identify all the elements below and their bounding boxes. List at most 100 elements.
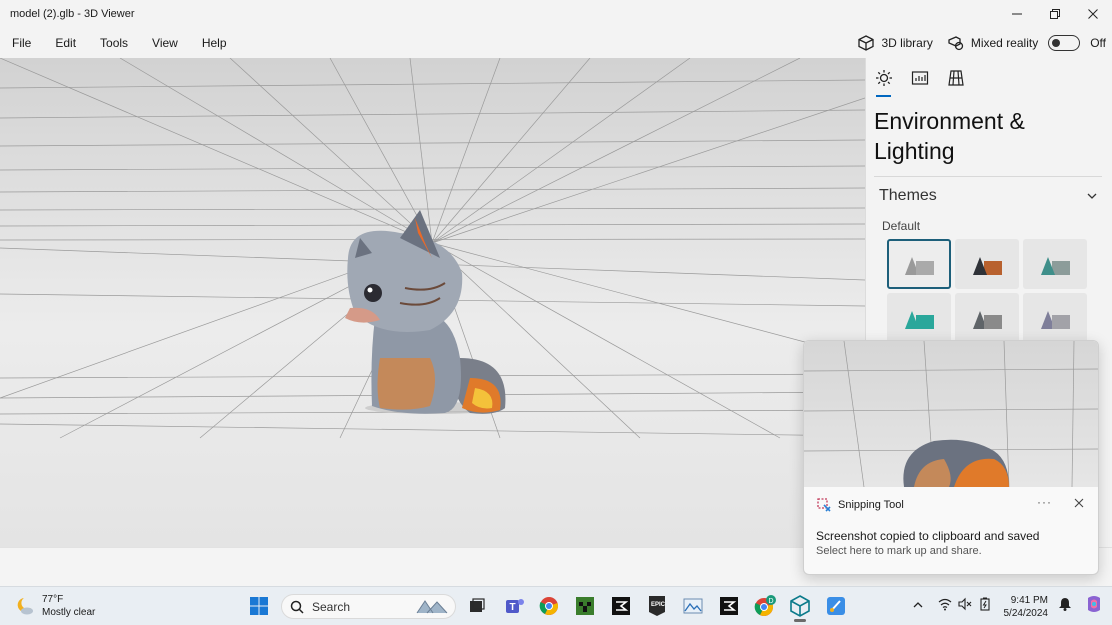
taskbar-capcut[interactable]: [610, 595, 632, 617]
svg-text:T: T: [510, 602, 516, 613]
active-app-indicator: [794, 619, 806, 622]
chrome-icon: [539, 597, 558, 615]
copilot-icon: [1088, 596, 1100, 612]
menu-tools[interactable]: Tools: [88, 36, 140, 50]
volume-status[interactable]: [957, 597, 972, 616]
theme-preview-icon: [905, 257, 934, 275]
taskbar-epic-games[interactable]: EPIC: [646, 595, 668, 617]
panel-title-line1: Environment &: [874, 108, 1025, 134]
bell-icon: [1059, 598, 1071, 611]
copilot-button[interactable]: [1084, 594, 1104, 619]
menu-bar: File Edit Tools View Help 3D library Mix…: [0, 28, 1112, 58]
theme-grid: [866, 233, 1112, 343]
screenshot-thumbnail[interactable]: [804, 341, 1098, 487]
taskbar-search[interactable]: Search: [281, 594, 456, 619]
chrome-profile-badge: D: [769, 598, 774, 605]
sun-icon: [876, 70, 892, 86]
theme-preview-icon: [973, 257, 1002, 275]
paint-icon: [827, 597, 845, 615]
taskbar-task-view[interactable]: [466, 595, 488, 617]
clock[interactable]: 9:41 PM 5/24/2024: [1004, 594, 1049, 620]
clock-date: 5/24/2024: [1003, 607, 1049, 619]
weather-condition: Mostly clear: [42, 607, 96, 618]
weather-temperature: 77°F: [42, 594, 64, 605]
menu-view[interactable]: View: [140, 36, 190, 50]
search-icon: [290, 600, 304, 614]
taskbar: 77°F Mostly clear Search T EPIC D 9:41 P…: [0, 586, 1112, 625]
mixed-reality-toggle[interactable]: [1048, 35, 1081, 51]
panel-title-line2: Lighting: [874, 138, 955, 164]
windows-logo-icon: [250, 597, 268, 615]
panel-title: Environment & Lighting: [866, 88, 1112, 166]
theme-swatch-charcoal[interactable]: [955, 293, 1019, 343]
capcut-icon: [720, 597, 738, 615]
taskbar-minecraft[interactable]: [574, 595, 596, 617]
minimize-button[interactable]: [998, 0, 1036, 28]
menu-help[interactable]: Help: [190, 36, 239, 50]
search-highlight-icon: [416, 600, 448, 614]
close-button[interactable]: [1074, 0, 1112, 28]
close-icon: [1088, 9, 1098, 19]
default-group-label: Default: [882, 219, 921, 233]
theme-preview-icon: [905, 311, 934, 329]
wifi-icon: [938, 598, 951, 611]
toast-subtext: Select here to mark up and share.: [816, 545, 982, 557]
moon-cloud-icon: [17, 598, 33, 615]
task-view-icon: [470, 598, 485, 612]
tab-environment-lighting[interactable]: [874, 68, 894, 97]
tab-stats[interactable]: [910, 68, 930, 88]
notification-button[interactable]: [1058, 597, 1072, 616]
theme-preview-icon: [973, 311, 1002, 329]
svg-text:EPIC: EPIC: [651, 602, 666, 608]
theme-swatch-teal[interactable]: [887, 293, 951, 343]
3d-model[interactable]: [345, 210, 506, 414]
show-hidden-icons-button[interactable]: [912, 598, 924, 616]
cube-icon: [857, 34, 875, 52]
search-placeholder: Search: [312, 599, 351, 614]
minimize-icon: [1012, 13, 1022, 15]
library-button[interactable]: 3D library: [881, 36, 932, 50]
theme-swatch-teal-gray[interactable]: [1023, 239, 1087, 289]
3d-viewport[interactable]: [0, 58, 865, 547]
close-icon: [1074, 498, 1084, 508]
toast-close-button[interactable]: [1074, 496, 1084, 511]
battery-status[interactable]: [978, 597, 992, 616]
start-button[interactable]: [248, 595, 270, 617]
system-tray: 9:41 PM 5/24/2024: [912, 587, 1105, 625]
weather-widget[interactable]: 77°F Mostly clear: [14, 593, 95, 619]
restore-button[interactable]: [1036, 0, 1074, 28]
themes-expander[interactable]: Themes: [866, 177, 1112, 205]
teams-icon: T: [506, 599, 524, 613]
3d-viewer-icon: [790, 595, 810, 617]
tab-grid[interactable]: [946, 68, 966, 88]
taskbar-paint[interactable]: [825, 595, 847, 617]
menu-edit[interactable]: Edit: [43, 36, 88, 50]
taskbar-3d-viewer[interactable]: [789, 595, 811, 617]
epic-games-icon: EPIC: [649, 596, 666, 616]
menu-file[interactable]: File: [0, 36, 43, 50]
taskbar-capcut-2[interactable]: [718, 595, 740, 617]
floor-grid: [0, 58, 865, 439]
toggle-state: Off: [1090, 36, 1106, 50]
clock-time: 9:41 PM: [1010, 594, 1048, 606]
toast-message: Screenshot copied to clipboard and saved: [816, 529, 1040, 543]
taskbar-photos[interactable]: [682, 595, 704, 617]
theme-preview-icon: [1041, 311, 1070, 329]
more-options-button[interactable]: ···: [1037, 495, 1052, 509]
wifi-status[interactable]: [938, 597, 952, 616]
taskbar-teams[interactable]: T: [504, 595, 526, 617]
mixed-reality-label: Mixed reality: [970, 36, 1039, 50]
taskbar-chrome-profile[interactable]: D: [754, 595, 776, 617]
capcut-icon: [612, 597, 630, 615]
themes-label: Themes: [879, 187, 937, 204]
snipping-tool-notification[interactable]: Snipping Tool ··· Screenshot copied to c…: [803, 340, 1099, 575]
grid-icon: [948, 70, 964, 86]
snipping-tool-icon: [817, 498, 831, 512]
theme-swatch-dark-orange[interactable]: [955, 239, 1019, 289]
theme-swatch-gray[interactable]: [887, 239, 951, 289]
volume-muted-icon: [957, 597, 971, 611]
taskbar-chrome[interactable]: [538, 595, 560, 617]
restore-icon: [1050, 9, 1060, 19]
title-bar: model (2).glb - 3D Viewer: [0, 0, 1112, 28]
theme-swatch-lavender[interactable]: [1023, 293, 1087, 343]
